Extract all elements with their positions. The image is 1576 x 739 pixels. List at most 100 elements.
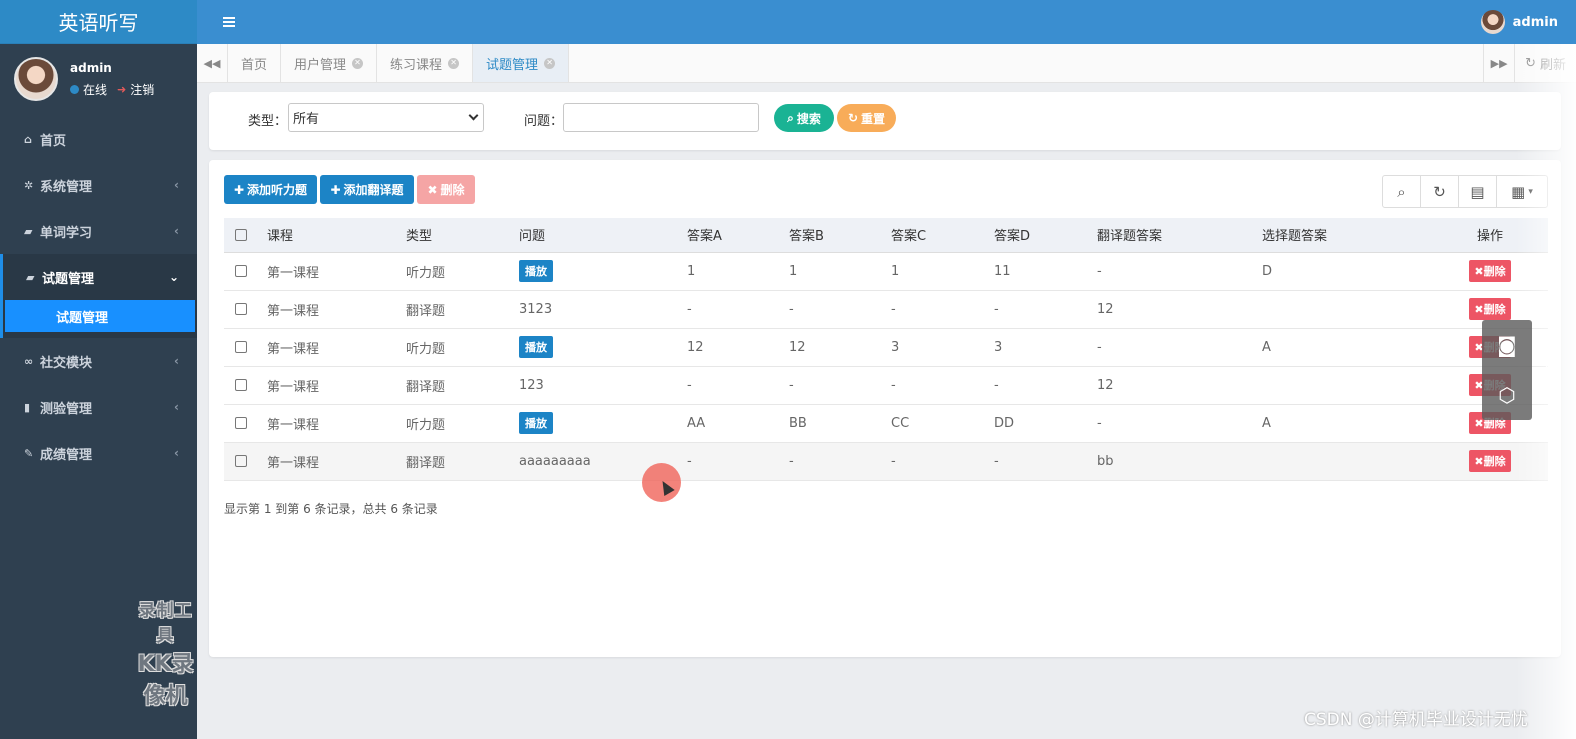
type-select[interactable]: 所有 <box>288 103 484 132</box>
close-icon: ✖ <box>1474 303 1484 316</box>
cell-course: 第一课程 <box>267 252 406 291</box>
search-button[interactable]: ⌕ 搜索 <box>774 104 834 132</box>
table-row[interactable]: 第一课程 听力题 播放 1 1 1 11- D ✖删除 <box>224 252 1548 291</box>
main-panel: ✚ 添加听力题 ✚ 添加翻译题 ✖ 删除 ⌕ ↻ ▤ ▦▾ 课程 类型 问题 答… <box>209 160 1561 657</box>
cell-answer-a: AA <box>687 404 789 443</box>
chevron-right-icon[interactable]: › <box>1543 354 1555 389</box>
cell-choice-answer: D <box>1262 252 1432 291</box>
add-translation-button[interactable]: ✚ 添加翻译题 <box>320 175 414 204</box>
table-row[interactable]: 第一课程听力题播放121233-A✖删除 <box>224 328 1548 367</box>
hexagon-plus-icon[interactable]: ⬡ <box>1498 383 1515 407</box>
column-header[interactable]: 答案A <box>687 218 789 253</box>
row-delete-button[interactable]: ✖删除 <box>1469 260 1511 282</box>
row-delete-button[interactable]: ✖删除 <box>1469 298 1511 320</box>
plus-icon: ✚ <box>233 182 245 197</box>
play-button[interactable]: 播放 <box>519 336 553 358</box>
cell-answer-a: - <box>687 442 789 481</box>
sidebar-item-scores[interactable]: ✎ 成绩管理 ‹ <box>0 430 197 476</box>
tab-close-icon[interactable]: ✕ <box>544 57 556 69</box>
floating-toolbar: ◙ ⬡ <box>1482 320 1532 420</box>
column-header[interactable]: 翻译题答案 <box>1097 218 1262 253</box>
cell-type: 翻译题 <box>406 442 519 481</box>
submenu-item-questions[interactable]: 试题管理 <box>5 300 195 332</box>
table-row[interactable]: 第一课程翻译题123----12✖删除 <box>224 366 1548 405</box>
camera-icon[interactable]: ◙ <box>1497 333 1516 357</box>
column-header[interactable]: 课程 <box>267 218 406 253</box>
row-delete-label: 删除 <box>1483 265 1506 278</box>
sidebar-item-quiz[interactable]: ▮ 测验管理 ‹ <box>0 384 197 430</box>
recorder-watermark: 录制工具 KK录像机 <box>134 596 197 710</box>
tab-label: 首页 <box>241 57 268 73</box>
sidebar-item-label: 成绩管理 <box>40 447 93 463</box>
search-toggle-icon[interactable]: ⌕ <box>1383 176 1421 207</box>
question-input[interactable] <box>563 103 759 132</box>
sidebar-item-label: 社交模块 <box>40 355 93 371</box>
sidebar-item-social[interactable]: ∞ 社交模块 ‹ <box>0 338 197 384</box>
cell-choice-answer: A <box>1262 404 1432 443</box>
cell-course: 第一课程 <box>267 442 406 481</box>
cell-answer-c: CC <box>891 404 994 443</box>
column-header[interactable]: 问题 <box>519 218 687 253</box>
bulk-delete-button[interactable]: ✖ 删除 <box>417 175 475 204</box>
chevron-down-icon: ⌄ <box>168 270 179 284</box>
table-row[interactable]: 第一课程 听力题 播放 AA BB CC DD - A ✖删除 <box>224 404 1548 443</box>
column-header[interactable]: 答案D <box>994 218 1097 253</box>
add-listening-button[interactable]: ✚ 添加听力题 <box>224 175 317 204</box>
column-header[interactable]: 选择题答案 <box>1262 218 1432 253</box>
chevron-down-icon <box>468 110 479 121</box>
bulk-delete-label: 删除 <box>440 183 465 197</box>
row-checkbox[interactable] <box>235 417 247 429</box>
cell-question: 123 <box>519 366 687 405</box>
online-status: 在线 <box>83 82 108 97</box>
refresh-icon[interactable]: ↻ <box>1421 176 1459 207</box>
cell-answer-b: BB <box>789 404 891 443</box>
menu-toggle-icon[interactable] <box>223 17 235 27</box>
chevron-left-icon: ‹ <box>174 446 179 460</box>
pagination-summary: 显示第 1 到第 6 条记录，总共 6 条记录 <box>224 502 438 516</box>
sidebar-item-words[interactable]: ▰ 单词学习 ‹ <box>0 208 197 254</box>
logout-icon[interactable]: ➜ <box>117 83 126 96</box>
gear-icon: ✲ <box>24 178 34 192</box>
row-delete-button[interactable]: ✖删除 <box>1469 450 1511 472</box>
table-row[interactable]: 第一课程 翻译题 3123- - - -12 ✖删除 <box>224 290 1548 329</box>
tabs-scroll-right-icon[interactable]: ▶▶ <box>1483 44 1514 83</box>
tab-label: 试题管理 <box>486 57 539 73</box>
row-checkbox[interactable] <box>235 455 247 467</box>
cell-course: 第一课程 <box>267 366 406 405</box>
tab-label: 练习课程 <box>390 57 443 73</box>
tab-close-icon[interactable]: ✕ <box>352 57 364 69</box>
reset-button[interactable]: ↻ 重置 <box>837 104 896 132</box>
cell-answer-d: - <box>994 442 1097 481</box>
play-button[interactable]: 播放 <box>519 260 553 282</box>
tab-home[interactable]: 首页 <box>228 44 282 82</box>
type-select-value: 所有 <box>293 112 320 127</box>
cell-answer-d: 11 <box>994 252 1097 291</box>
select-all-checkbox[interactable] <box>235 228 247 241</box>
tab-users[interactable]: 用户管理 ✕ <box>281 44 378 82</box>
tab-close-icon[interactable]: ✕ <box>448 57 460 69</box>
logout-link[interactable]: 注销 <box>130 81 154 98</box>
tabs-scroll-left-icon[interactable]: ◀◀ <box>197 44 228 82</box>
sidebar-item-system[interactable]: ✲ 系统管理 ‹ <box>0 162 197 208</box>
export-icon[interactable]: ▤ <box>1459 176 1497 207</box>
tab-courses[interactable]: 练习课程 ✕ <box>377 44 474 82</box>
column-header[interactable]: 答案B <box>789 218 891 253</box>
column-header[interactable]: 类型 <box>406 218 519 253</box>
row-checkbox[interactable] <box>235 341 247 353</box>
table-row[interactable]: 第一课程 翻译题 aaaaaaaaa - - - - bb ✖删除 <box>224 442 1548 481</box>
top-user-menu[interactable]: admin <box>1480 10 1558 34</box>
row-checkbox[interactable] <box>235 265 247 277</box>
row-checkbox[interactable] <box>235 379 247 391</box>
top-avatar <box>1480 10 1505 34</box>
table-body: 第一课程 听力题 播放 1 1 1 11- D ✖删除 第一课程 翻译题 3123- - - -12 ✖删除第… <box>224 252 1548 481</box>
cell-answer-b: - <box>789 442 891 481</box>
tab-questions[interactable]: 试题管理 ✕ <box>473 44 570 82</box>
play-button[interactable]: 播放 <box>519 412 553 434</box>
sidebar-item-label: 首页 <box>40 133 67 149</box>
sidebar-item-questions[interactable]: ▰ 试题管理 ⌄ <box>0 254 197 300</box>
row-checkbox[interactable] <box>235 303 247 315</box>
column-header[interactable]: 答案C <box>891 218 994 253</box>
cell-answer-d: DD <box>994 404 1097 443</box>
sidebar-item-home[interactable]: ⌂ 首页 <box>0 116 197 162</box>
cell-course: 第一课程 <box>267 328 406 367</box>
